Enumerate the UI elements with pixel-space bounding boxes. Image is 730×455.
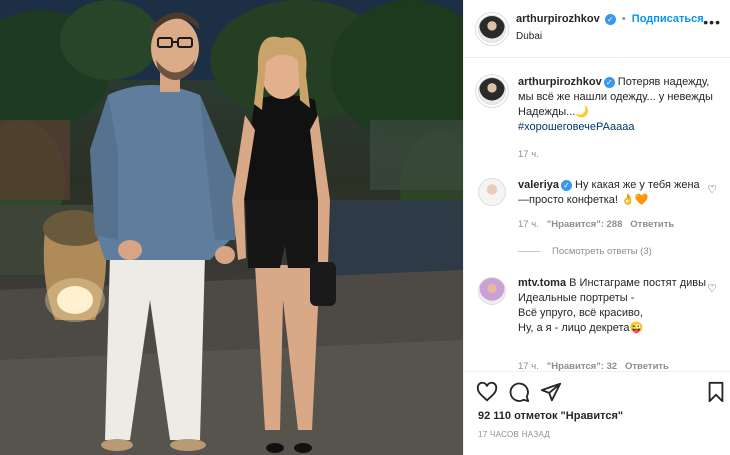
comment-text-block: mtv.toma В Инстаграме постят дивы Идеаль… xyxy=(518,276,713,336)
comment-like-heart-icon[interactable]: ♡ xyxy=(707,282,717,295)
verified-icon: ✓ xyxy=(604,13,616,25)
comment-username[interactable]: valeriya xyxy=(518,179,559,191)
comment-avatar-mtv-toma[interactable] xyxy=(478,277,506,305)
comment-avatar-valeriya[interactable] xyxy=(478,178,506,206)
comment-bubble-icon[interactable] xyxy=(508,381,530,403)
caption-age[interactable]: 17 ч. xyxy=(518,149,539,160)
author-username[interactable]: arthurpirozhkov xyxy=(516,13,600,25)
ellipsis-icon[interactable]: ••• xyxy=(703,14,721,30)
follow-button[interactable]: Подписаться xyxy=(632,13,704,25)
comment-likes[interactable]: "Нравится": 32 xyxy=(547,361,617,371)
author-line: arthurpirozhkov ✓ • Подписаться xyxy=(516,13,704,25)
comment-line: Ну, а я - лицо декрета😜 xyxy=(518,322,644,334)
bookmark-icon[interactable] xyxy=(705,381,727,403)
comment-likes[interactable]: "Нравится": 288 xyxy=(547,219,623,230)
photo-illustration xyxy=(0,0,463,455)
comment-reply-button[interactable]: Ответить xyxy=(630,219,674,230)
comment-line: Всё упруго, всё красиво, xyxy=(518,307,643,319)
share-send-icon[interactable] xyxy=(540,381,562,403)
comment-meta: 17 ч. "Нравится": 288 Ответить xyxy=(518,219,674,230)
author-avatar[interactable] xyxy=(478,15,506,43)
caption-text-block: arthurpirozhkov ✓ Потеряв надежду, мы всё… xyxy=(518,75,713,135)
separator-dot: • xyxy=(621,13,626,25)
post-header: arthurpirozhkov ✓ • Подписаться Dubai ••… xyxy=(464,0,730,58)
verified-icon: ✓ xyxy=(603,76,615,88)
comment-age[interactable]: 17 ч. xyxy=(518,219,539,230)
comment-reply-button[interactable]: Ответить xyxy=(625,361,669,371)
post-details-panel: arthurpirozhkov ✓ • Подписаться Dubai ••… xyxy=(463,0,730,455)
verified-icon: ✓ xyxy=(560,179,572,191)
comment-like-heart-icon[interactable]: ♡ xyxy=(707,183,717,196)
caption-avatar[interactable] xyxy=(478,77,506,105)
likes-count[interactable]: 92 110 отметок "Нравится" xyxy=(478,410,623,422)
action-bar: 92 110 отметок "Нравится" 17 ЧАСОВ НАЗАД xyxy=(464,371,730,455)
comment-meta: 17 ч. "Нравится": 32 Ответить xyxy=(518,361,669,371)
like-heart-icon[interactable] xyxy=(476,381,498,403)
comment-age[interactable]: 17 ч. xyxy=(518,361,539,371)
location-link[interactable]: Dubai xyxy=(516,31,542,42)
post-timestamp[interactable]: 17 ЧАСОВ НАЗАД xyxy=(478,430,550,439)
comment-text-block: valeriya ✓ Ну какая же у тебя жена —прост… xyxy=(518,178,713,208)
comment-line: В Инстаграме постят дивы xyxy=(569,277,707,289)
comment-line: Идеальные портреты - xyxy=(518,292,635,304)
caption-username[interactable]: arthurpirozhkov xyxy=(518,76,602,88)
post-photo[interactable] xyxy=(0,0,463,455)
comment-username[interactable]: mtv.toma xyxy=(518,277,566,289)
comments-list[interactable]: arthurpirozhkov ✓ Потеряв надежду, мы всё… xyxy=(464,59,730,371)
caption-hashtag[interactable]: #хорошеговечеРАаааа xyxy=(518,121,635,133)
view-replies-button[interactable]: Посмотреть ответы (3) xyxy=(518,246,652,257)
